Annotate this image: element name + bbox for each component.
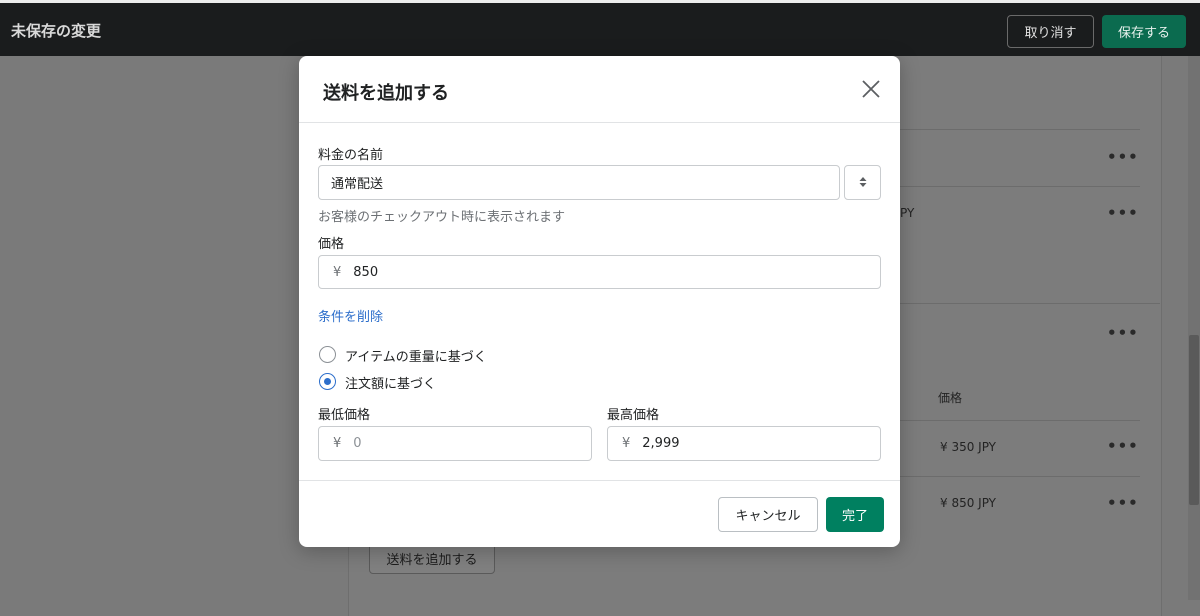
unsaved-changes-bar: 未保存の変更 取り消す 保存する	[0, 0, 1200, 56]
modal-title: 送料を追加する	[323, 83, 449, 104]
weight-condition-radio[interactable]	[319, 346, 336, 363]
price-label: 価格	[318, 237, 345, 252]
divider	[900, 129, 1140, 130]
min-price-label: 最低価格	[318, 408, 371, 423]
remove-conditions-link[interactable]: 条件を削除	[318, 306, 383, 325]
rate-price: ¥ 850 JPY	[940, 496, 997, 510]
discard-button[interactable]: 取り消す	[1007, 15, 1094, 48]
scrollbar-thumb[interactable]	[1189, 335, 1199, 505]
close-icon[interactable]	[859, 77, 883, 101]
scrollbar-track[interactable]	[1188, 56, 1200, 600]
cancel-button[interactable]: キャンセル	[718, 497, 818, 532]
rate-price: ¥ 350 JPY	[940, 440, 997, 454]
more-actions-icon[interactable]: •••	[1107, 494, 1139, 512]
more-actions-icon[interactable]: •••	[1107, 148, 1139, 166]
divider	[900, 186, 1140, 187]
add-rate-button[interactable]: 送料を追加する	[369, 543, 495, 574]
done-button[interactable]: 完了	[826, 497, 884, 532]
max-price-label: 最高価格	[607, 408, 660, 423]
divider	[900, 303, 1160, 304]
max-price-value: 2,999	[642, 436, 680, 451]
save-button[interactable]: 保存する	[1102, 15, 1186, 48]
price-column-header: 価格	[938, 391, 963, 405]
divider	[900, 476, 1140, 477]
currency-prefix: ¥	[333, 264, 342, 280]
rate-price-partial: PY	[900, 206, 915, 220]
divider	[900, 420, 1140, 421]
unsaved-changes-title: 未保存の変更	[11, 22, 102, 40]
more-actions-icon[interactable]: •••	[1107, 437, 1139, 455]
more-actions-icon[interactable]: •••	[1107, 204, 1139, 222]
price-value: 850	[353, 264, 379, 280]
currency-prefix: ¥	[333, 436, 342, 451]
min-price-placeholder: 0	[353, 436, 362, 451]
sort-arrows-icon	[858, 173, 868, 192]
select-stepper[interactable]	[844, 165, 881, 200]
currency-prefix: ¥	[622, 436, 631, 451]
price-input[interactable]: ¥ 850	[318, 255, 881, 289]
rate-name-value: 通常配送	[331, 177, 384, 192]
modal-footer-divider	[299, 480, 900, 481]
rate-name-select[interactable]: 通常配送	[318, 165, 840, 200]
min-price-input[interactable]: ¥ 0	[318, 426, 592, 461]
add-rate-modal: 送料を追加する 料金の名前 通常配送 お客様のチェックアウト時に表示されます 価…	[299, 56, 900, 547]
rate-name-help-text: お客様のチェックアウト時に表示されます	[318, 210, 566, 225]
weight-condition-label[interactable]: アイテムの重量に基づく	[345, 346, 487, 365]
order-amount-condition-label[interactable]: 注文額に基づく	[345, 373, 436, 392]
modal-header: 送料を追加する	[299, 56, 900, 123]
max-price-input[interactable]: ¥ 2,999	[607, 426, 881, 461]
order-amount-condition-radio[interactable]	[319, 373, 336, 390]
more-actions-icon[interactable]: •••	[1107, 324, 1139, 342]
rate-name-label: 料金の名前	[318, 148, 384, 163]
